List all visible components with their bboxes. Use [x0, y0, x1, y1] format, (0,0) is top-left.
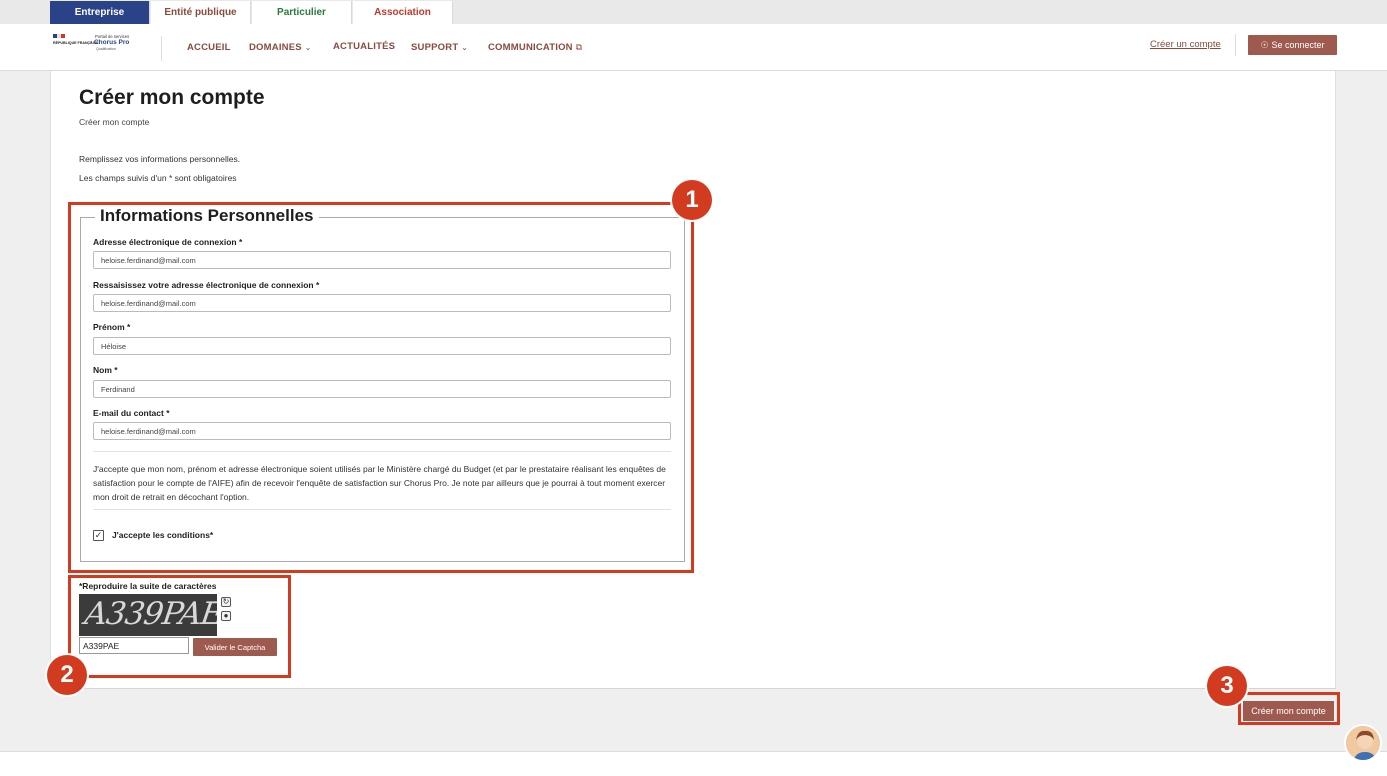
logo-divider	[161, 36, 162, 61]
annotation-badge-1: 1	[672, 180, 712, 220]
annotation-badge-3: 3	[1207, 666, 1247, 706]
user-circle-icon: ☉	[1260, 39, 1269, 50]
nav-communication[interactable]: COMMUNICATION ⧉	[488, 42, 582, 53]
nav-communication-label: COMMUNICATION	[488, 42, 573, 53]
annotation-box-2	[68, 575, 291, 678]
required-note: Les champs suivis d'un * sont obligatoir…	[79, 173, 237, 183]
nav-domaines[interactable]: DOMAINES ⌄	[249, 42, 312, 53]
site-header: RÉPUBLIQUE FRANÇAISE Portail de services…	[0, 24, 1387, 71]
login-label: Se connecter	[1271, 40, 1325, 50]
nav-support-label: SUPPORT	[411, 42, 459, 53]
header-divider	[1235, 34, 1236, 56]
audience-tabs: Entreprise Entité publique Particulier A…	[0, 0, 1387, 24]
assistant-avatar-icon[interactable]	[1344, 724, 1382, 762]
create-account-button[interactable]: Créer mon compte	[1243, 701, 1334, 721]
login-button[interactable]: ☉ Se connecter	[1248, 35, 1337, 55]
nav-domaines-label: DOMAINES	[249, 42, 302, 53]
chevron-down-icon: ⌄	[304, 43, 312, 52]
chorus-pro-logo[interactable]: RÉPUBLIQUE FRANÇAISE Portail de services…	[52, 33, 152, 61]
logo-brand: Chorus Pro	[94, 39, 129, 46]
logo-env: Qualification	[96, 47, 116, 51]
tab-association[interactable]: Association	[353, 1, 453, 24]
tab-entreprise[interactable]: Entreprise	[50, 1, 150, 24]
create-account-link[interactable]: Créer un compte	[1150, 39, 1221, 50]
page-title: Créer mon compte	[79, 86, 265, 109]
intro-text: Remplissez vos informations personnelles…	[79, 154, 241, 164]
nav-actualites[interactable]: ACTUALITÉS	[333, 41, 395, 52]
tab-particulier[interactable]: Particulier	[252, 1, 352, 24]
svg-text:‹ Chorus Pro: ‹ Chorus Pro	[90, 39, 129, 46]
external-link-icon: ⧉	[575, 42, 583, 52]
nav-support[interactable]: SUPPORT ⌄	[411, 42, 468, 53]
breadcrumb: Créer mon compte	[79, 117, 150, 127]
annotation-box-1	[68, 202, 694, 573]
footer	[0, 751, 1387, 776]
tab-entite-publique[interactable]: Entité publique	[151, 1, 251, 24]
annotation-badge-2: 2	[47, 655, 87, 695]
chevron-down-icon: ⌄	[461, 43, 469, 52]
nav-accueil[interactable]: ACCUEIL	[187, 42, 231, 53]
